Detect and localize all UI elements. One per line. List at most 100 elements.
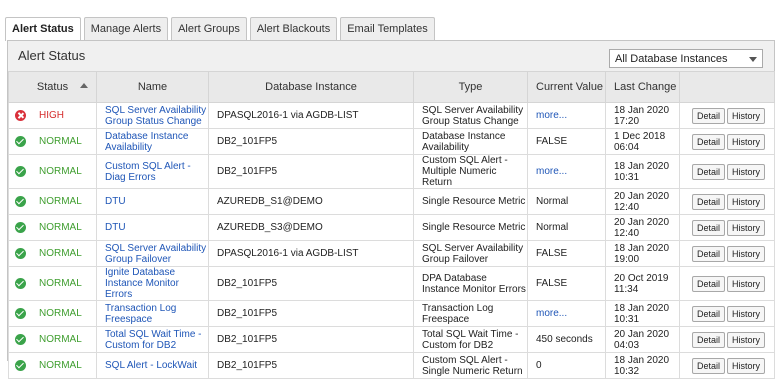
last-change-cell: 20 Jan 2020 12:40 [605, 214, 680, 241]
alert-name-link[interactable]: Database Instance Availability [105, 131, 188, 153]
status-badge: NORMAL [39, 333, 82, 345]
table-row: NORMAL Transaction Log Freespace DB2_101… [8, 300, 775, 327]
column-header-status[interactable]: Status [8, 71, 97, 103]
status-badge: NORMAL [39, 359, 82, 371]
tab-alert-groups[interactable]: Alert Groups [171, 17, 247, 40]
status-badge: NORMAL [39, 247, 82, 259]
alert-name-link[interactable]: SQL Alert - LockWait [105, 360, 197, 371]
current-value: 0 [536, 360, 542, 371]
status-cell: NORMAL [8, 300, 97, 327]
instance-cell: DPASQL2016-1 via AGDB-LIST [208, 240, 414, 267]
table-row: HIGH SQL Server Availability Group Statu… [8, 102, 775, 129]
detail-button[interactable]: Detail [692, 193, 726, 210]
last-change-cell: 20 Jan 2020 12:40 [605, 188, 680, 215]
check-circle-icon [15, 165, 26, 177]
type-cell: SQL Server Availability Group Status Cha… [413, 102, 528, 129]
detail-button[interactable]: Detail [692, 133, 726, 150]
status-cell: NORMAL [8, 326, 97, 353]
actions-cell: Detail History [679, 214, 775, 241]
detail-button[interactable]: Detail [692, 163, 726, 180]
status-badge: NORMAL [39, 135, 82, 147]
alert-name-link[interactable]: Ignite Database Instance Monitor Errors [105, 267, 179, 300]
table-row: NORMAL SQL Server Availability Group Fai… [8, 240, 775, 267]
alert-name-link[interactable]: Transaction Log Freespace [105, 303, 176, 325]
check-circle-icon [15, 277, 26, 289]
name-cell: SQL Alert - LockWait [96, 352, 209, 379]
name-cell: Total SQL Wait Time - Custom for DB2 [96, 326, 209, 353]
type-cell: Single Resource Metric [413, 214, 528, 241]
instance-cell: DB2_101FP5 [208, 300, 414, 327]
current-value: FALSE [536, 278, 568, 289]
status-badge: NORMAL [39, 195, 82, 207]
current-value-link[interactable]: more... [536, 110, 567, 121]
detail-button[interactable]: Detail [692, 305, 726, 322]
tab-email-templates[interactable]: Email Templates [340, 17, 435, 40]
actions-cell: Detail History [679, 266, 775, 301]
column-header-instance[interactable]: Database Instance [208, 71, 414, 103]
check-circle-icon [15, 221, 26, 233]
alert-name-link[interactable]: DTU [105, 196, 126, 207]
current-value: Normal [536, 196, 569, 207]
check-circle-icon [15, 333, 26, 345]
name-cell: SQL Server Availability Group Status Cha… [96, 102, 209, 129]
history-button[interactable]: History [727, 331, 766, 348]
alert-name-link[interactable]: DTU [105, 222, 126, 233]
value-cell: Normal [527, 188, 606, 215]
sort-ascending-icon [80, 83, 88, 88]
history-button[interactable]: History [727, 275, 766, 292]
last-change-cell: 1 Dec 2018 06:04 [605, 128, 680, 155]
detail-button[interactable]: Detail [692, 331, 726, 348]
column-header-last-change[interactable]: Last Change [605, 71, 680, 103]
history-button[interactable]: History [727, 305, 766, 322]
name-cell: Database Instance Availability [96, 128, 209, 155]
history-button[interactable]: History [727, 219, 766, 236]
detail-button[interactable]: Detail [692, 219, 726, 236]
alert-name-link[interactable]: SQL Server Availability Group Status Cha… [105, 105, 206, 127]
type-cell: Total SQL Wait Time - Custom for DB2 [413, 326, 528, 353]
history-button[interactable]: History [727, 163, 766, 180]
type-cell: SQL Server Availability Group Failover [413, 240, 528, 267]
history-button[interactable]: History [727, 193, 766, 210]
alert-name-link[interactable]: Custom SQL Alert - Diag Errors [105, 161, 191, 183]
current-value-link[interactable]: more... [536, 308, 567, 319]
name-cell: DTU [96, 214, 209, 241]
last-change-cell: 18 Jan 2020 19:00 [605, 240, 680, 267]
status-badge: NORMAL [39, 307, 82, 319]
instance-filter-select[interactable]: All Database Instances [609, 49, 763, 68]
alert-name-link[interactable]: Total SQL Wait Time - Custom for DB2 [105, 329, 202, 351]
status-cell: NORMAL [8, 128, 97, 155]
alerts-table: Status Name Database Instance Type Curre… [8, 71, 775, 379]
detail-button[interactable]: Detail [692, 245, 726, 262]
column-header-type[interactable]: Type [413, 71, 528, 103]
detail-button[interactable]: Detail [692, 275, 726, 292]
alert-name-link[interactable]: SQL Server Availability Group Failover [105, 243, 206, 265]
history-button[interactable]: History [727, 133, 766, 150]
detail-button[interactable]: Detail [692, 107, 726, 124]
instance-cell: AZUREDB_S3@DEMO [208, 214, 414, 241]
status-cell: NORMAL [8, 352, 97, 379]
actions-cell: Detail History [679, 300, 775, 327]
tab-alert-blackouts[interactable]: Alert Blackouts [249, 17, 338, 40]
last-change-cell: 20 Jan 2020 04:03 [605, 326, 680, 353]
current-value-link[interactable]: more... [536, 166, 567, 177]
value-cell: FALSE [527, 128, 606, 155]
instance-cell: DB2_101FP5 [208, 326, 414, 353]
current-value: 450 seconds [536, 334, 593, 345]
type-cell: Custom SQL Alert - Single Numeric Return [413, 352, 528, 379]
last-change-cell: 18 Jan 2020 10:32 [605, 352, 680, 379]
value-cell: FALSE [527, 266, 606, 301]
tab-alert-status[interactable]: Alert Status [5, 17, 81, 41]
history-button[interactable]: History [727, 245, 766, 262]
column-header-value[interactable]: Current Value [527, 71, 606, 103]
last-change-cell: 18 Jan 2020 10:31 [605, 300, 680, 327]
tab-manage-alerts[interactable]: Manage Alerts [83, 17, 169, 40]
column-header-actions [679, 71, 775, 103]
alert-status-panel: Alert Status All Database Instances Stat… [7, 40, 775, 379]
error-icon [15, 109, 26, 121]
table-row: NORMAL DTU AZUREDB_S1@DEMO Single Resour… [8, 188, 775, 215]
column-header-name[interactable]: Name [96, 71, 209, 103]
table-row: NORMAL Ignite Database Instance Monitor … [8, 266, 775, 301]
history-button[interactable]: History [727, 107, 766, 124]
actions-cell: Detail History [679, 102, 775, 129]
actions-cell: Detail History [679, 352, 775, 379]
